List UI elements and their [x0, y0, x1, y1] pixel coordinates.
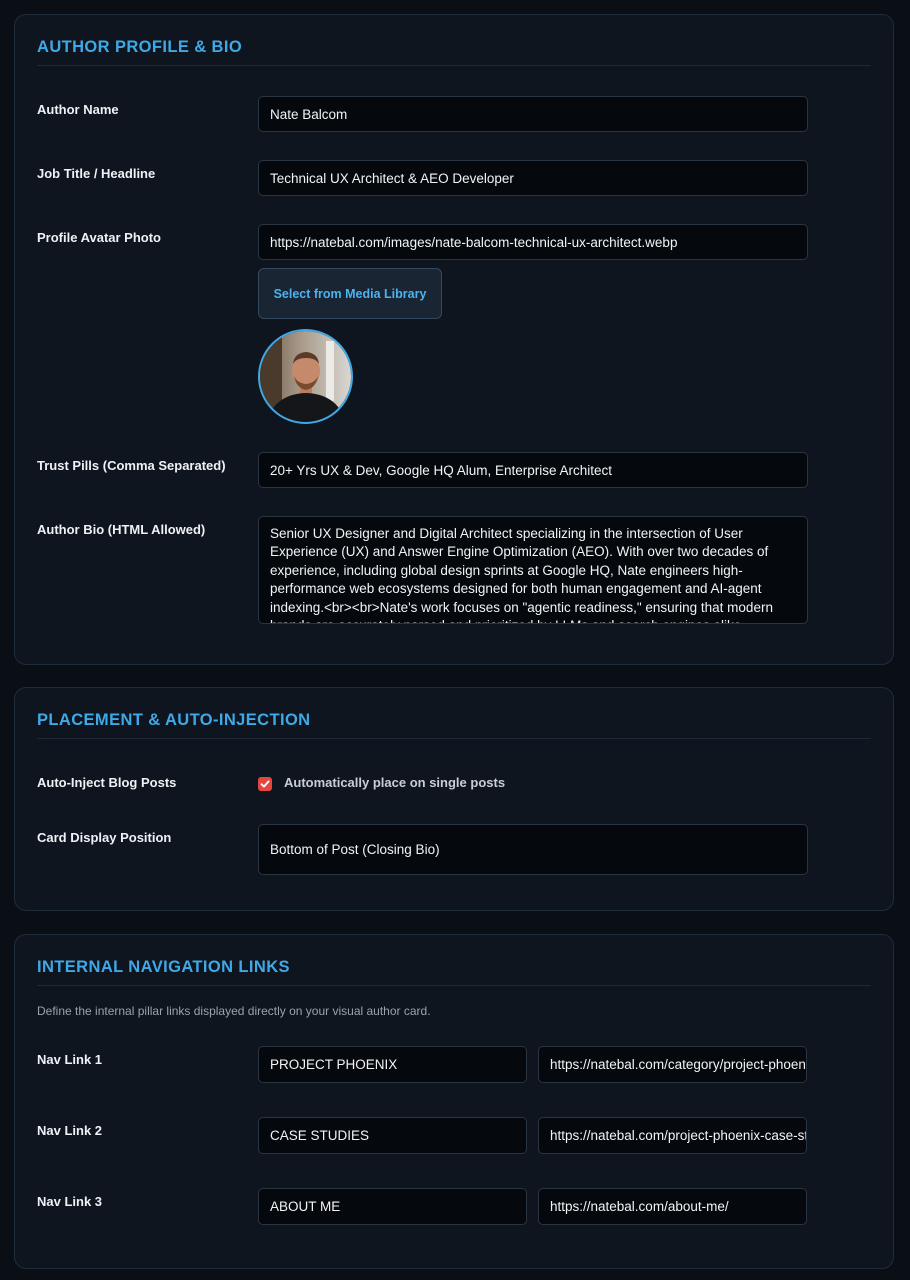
- trust-pills-label: Trust Pills (Comma Separated): [37, 458, 226, 473]
- nav-link-label: Nav Link 3: [37, 1194, 103, 1209]
- nav-link-url-input[interactable]: https://natebal.com/project-phoenix-case…: [538, 1117, 807, 1154]
- author-name-input[interactable]: Nate Balcom: [258, 96, 808, 132]
- author-bio-label: Author Bio (HTML Allowed): [37, 522, 206, 537]
- avatar-url-input[interactable]: https://natebal.com/images/nate-balcom-t…: [258, 224, 808, 260]
- section-divider: [37, 985, 871, 986]
- nav-links-card: INTERNAL NAVIGATION LINKS Define the int…: [14, 934, 894, 1269]
- author-bio-textarea[interactable]: Senior UX Designer and Digital Architect…: [258, 516, 808, 624]
- nav-link-url-input[interactable]: https://natebal.com/category/project-pho…: [538, 1046, 807, 1083]
- display-position-label: Card Display Position: [37, 830, 172, 845]
- nav-link-label: Nav Link 2: [37, 1123, 103, 1138]
- auto-inject-checkbox-label[interactable]: Automatically place on single posts: [284, 775, 505, 790]
- job-title-label: Job Title / Headline: [37, 166, 156, 181]
- section-divider: [37, 738, 871, 739]
- display-position-select[interactable]: Bottom of Post (Closing Bio): [258, 824, 808, 875]
- nav-link-label: Nav Link 1: [37, 1052, 103, 1067]
- checkmark-icon: [260, 780, 270, 788]
- auto-inject-checkbox[interactable]: [258, 777, 272, 791]
- avatar-photo-label: Profile Avatar Photo: [37, 230, 162, 245]
- trust-pills-input[interactable]: 20+ Yrs UX & Dev, Google HQ Alum, Enterp…: [258, 452, 808, 488]
- section-title-nav-links: INTERNAL NAVIGATION LINKS: [37, 958, 290, 976]
- nav-link-text-input[interactable]: CASE STUDIES: [258, 1117, 527, 1154]
- section-title-placement: PLACEMENT & AUTO-INJECTION: [37, 711, 311, 729]
- auto-inject-label: Auto-Inject Blog Posts: [37, 775, 177, 790]
- avatar-preview-image: [258, 329, 353, 424]
- job-title-input[interactable]: Technical UX Architect & AEO Developer: [258, 160, 808, 196]
- author-profile-card: AUTHOR PROFILE & BIO Author Name Nate Ba…: [14, 14, 894, 665]
- nav-links-description: Define the internal pillar links display…: [37, 1004, 431, 1018]
- nav-link-text-input[interactable]: PROJECT PHOENIX: [258, 1046, 527, 1083]
- select-media-library-button[interactable]: Select from Media Library: [258, 268, 442, 319]
- author-name-label: Author Name: [37, 102, 119, 117]
- nav-link-text-input[interactable]: ABOUT ME: [258, 1188, 527, 1225]
- nav-link-url-input[interactable]: https://natebal.com/about-me/: [538, 1188, 807, 1225]
- section-divider: [37, 65, 871, 66]
- section-title-author-profile: AUTHOR PROFILE & BIO: [37, 38, 243, 56]
- placement-card: PLACEMENT & AUTO-INJECTION Auto-Inject B…: [14, 687, 894, 911]
